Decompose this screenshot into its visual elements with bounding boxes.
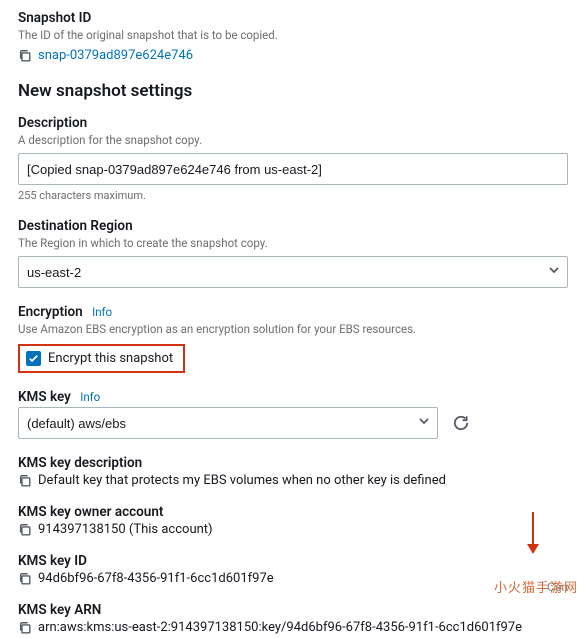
kms-desc-row: Default key that protects my EBS volumes…	[18, 473, 568, 488]
description-maxnote: 255 characters maximum.	[18, 189, 568, 202]
encryption-block: Encryption Info Use Amazon EBS encryptio…	[18, 304, 568, 373]
copy-icon[interactable]	[18, 474, 32, 488]
kms-arn-row: arn:aws:kms:us-east-2:914397138150:key/9…	[18, 620, 568, 635]
kms-id-label: KMS key ID	[18, 553, 568, 569]
region-select-wrap: us-east-2	[18, 256, 568, 288]
annotation-arrow-icon	[524, 512, 542, 560]
snapshot-id-link[interactable]: snap-0379ad897e624e746	[38, 48, 193, 63]
kms-key-block: KMS key Info (default) aws/ebs	[18, 389, 568, 439]
region-block: Destination Region The Region in which t…	[18, 218, 568, 288]
description-block: Description A description for the snapsh…	[18, 115, 568, 202]
copy-icon[interactable]	[18, 49, 32, 63]
encryption-info-link[interactable]: Info	[92, 305, 112, 319]
encryption-helper: Use Amazon EBS encryption as an encrypti…	[18, 322, 568, 336]
encryption-label: Encryption Info	[18, 304, 568, 320]
kms-arn-label: KMS key ARN	[18, 602, 568, 618]
copy-icon[interactable]	[18, 621, 32, 635]
kms-desc-block: KMS key description Default key that pro…	[18, 455, 568, 488]
kms-arn-block: KMS key ARN arn:aws:kms:us-east-2:914397…	[18, 602, 568, 635]
kms-key-select-wrap: (default) aws/ebs	[18, 407, 438, 439]
kms-key-info-link[interactable]: Info	[80, 390, 100, 404]
refresh-icon[interactable]	[452, 414, 470, 432]
snapshot-id-row: snap-0379ad897e624e746	[18, 48, 568, 63]
kms-owner-value: 914397138150 (This account)	[38, 522, 213, 537]
kms-owner-row: 914397138150 (This account)	[18, 522, 568, 537]
watermark: 小火猫手游网	[494, 577, 578, 596]
kms-arn-value: arn:aws:kms:us-east-2:914397138150:key/9…	[38, 620, 522, 635]
encrypt-checkbox[interactable]	[26, 351, 41, 366]
kms-id-row: 94d6bf96-67f8-4356-91f1-6cc1d601f97e	[18, 571, 568, 586]
kms-desc-value: Default key that protects my EBS volumes…	[38, 473, 446, 488]
description-label: Description	[18, 115, 568, 131]
kms-id-block: KMS key ID 94d6bf96-67f8-4356-91f1-6cc1d…	[18, 553, 568, 586]
kms-key-label-text: KMS key	[18, 389, 71, 405]
kms-owner-label: KMS key owner account	[18, 504, 568, 520]
kms-id-value: 94d6bf96-67f8-4356-91f1-6cc1d601f97e	[38, 571, 274, 586]
kms-key-label: KMS key Info	[18, 389, 568, 405]
kms-desc-label: KMS key description	[18, 455, 568, 471]
copy-icon[interactable]	[18, 572, 32, 586]
snapshot-id-helper: The ID of the original snapshot that is …	[18, 28, 568, 42]
group-title: New snapshot settings	[18, 81, 568, 101]
region-label: Destination Region	[18, 218, 568, 234]
encrypt-checkbox-label: Encrypt this snapshot	[48, 351, 173, 366]
snapshot-id-label: Snapshot ID	[18, 10, 568, 26]
description-input[interactable]	[18, 153, 568, 185]
kms-key-row: (default) aws/ebs	[18, 407, 568, 439]
kms-key-select[interactable]: (default) aws/ebs	[18, 407, 438, 439]
encryption-label-text: Encryption	[18, 304, 83, 320]
region-helper: The Region in which to create the snapsh…	[18, 236, 568, 250]
copy-icon[interactable]	[18, 523, 32, 537]
kms-owner-block: KMS key owner account 914397138150 (This…	[18, 504, 568, 537]
encrypt-highlight: Encrypt this snapshot	[18, 344, 185, 373]
snapshot-id-block: Snapshot ID The ID of the original snaps…	[18, 10, 568, 63]
description-helper: A description for the snapshot copy.	[18, 133, 568, 147]
region-select[interactable]: us-east-2	[18, 256, 568, 288]
